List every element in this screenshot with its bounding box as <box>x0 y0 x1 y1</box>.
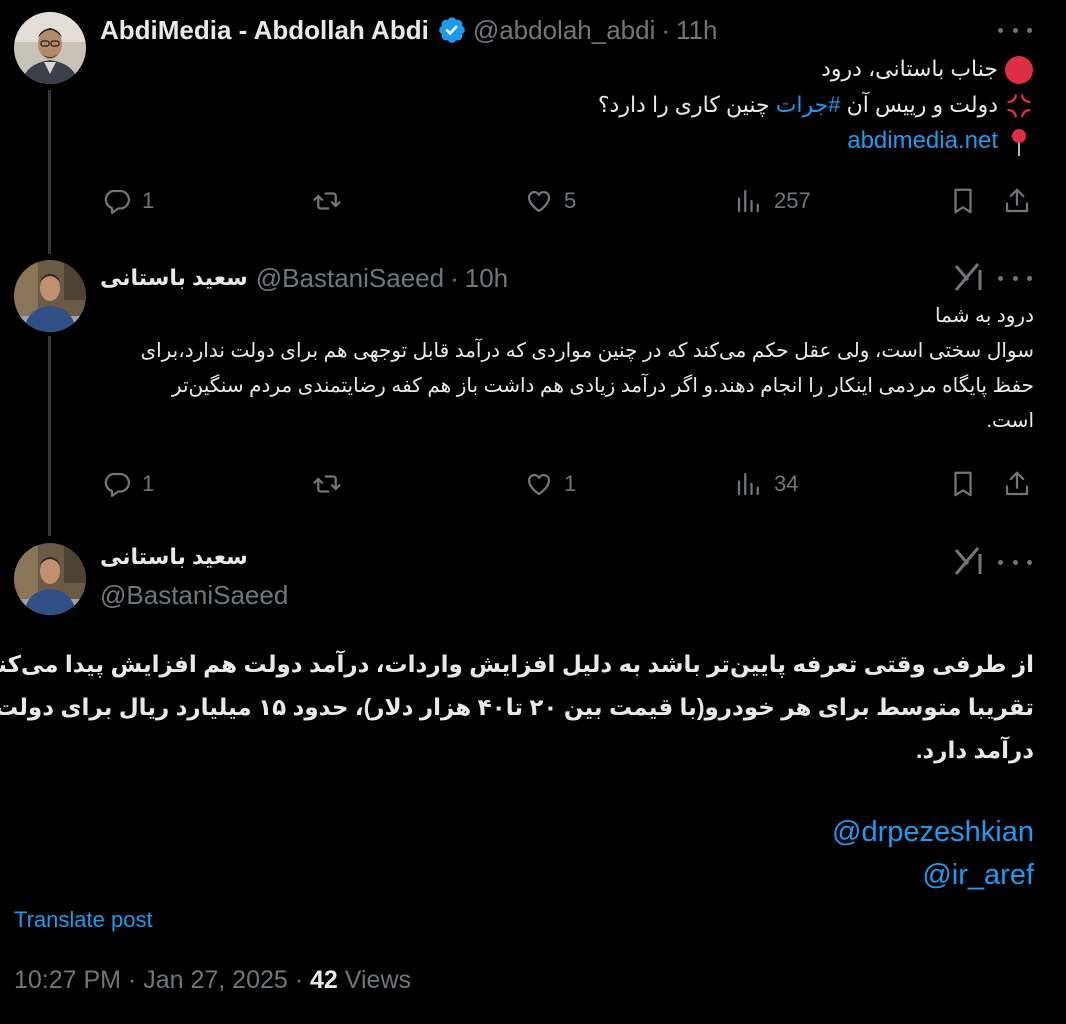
mention-drpezeshkian[interactable]: @drpezeshkian <box>832 816 1034 849</box>
reply-icon <box>104 472 130 497</box>
mention-ir-aref[interactable]: @ir_aref <box>922 859 1034 892</box>
thread-line <box>48 336 51 536</box>
pin-emoji <box>1004 127 1034 157</box>
anger-emoji <box>1004 91 1034 121</box>
grok-icon[interactable] <box>952 260 986 294</box>
translate-post-link[interactable]: Translate post <box>14 907 153 933</box>
more-icon[interactable] <box>998 20 1032 40</box>
red-circle-emoji <box>1004 55 1034 85</box>
timestamp[interactable]: 11h <box>676 15 717 46</box>
hashtag-link[interactable]: #جرات <box>776 92 841 117</box>
bookmark-icon <box>954 188 972 214</box>
action-bar: 1 1 34 <box>100 464 1040 504</box>
views-button[interactable]: 257 <box>734 181 811 221</box>
website-link[interactable]: abdimedia.net <box>847 127 998 154</box>
tweet-text: از طرفی وقتی تعرفه پایین‌تر باشد به دلیل… <box>0 643 1034 772</box>
retweet-button[interactable] <box>312 181 342 221</box>
display-name[interactable]: سعید باستانی <box>100 265 248 291</box>
reply-button[interactable]: 1 <box>102 181 154 221</box>
views-button[interactable]: 34 <box>734 464 798 504</box>
tweet-line: تقریبا متوسط برای هر خودرو(با قیمت بین ۲… <box>0 694 1034 720</box>
tweet-line: درود به شما <box>935 305 1034 327</box>
tweet-line-text: دولت و رییس آن <box>840 92 998 117</box>
avatar[interactable] <box>14 12 86 84</box>
display-name[interactable]: سعید باستانی <box>100 544 248 570</box>
separator: · <box>661 14 671 45</box>
view-count: 34 <box>774 471 799 496</box>
retweet-icon <box>313 192 341 210</box>
like-button[interactable]: 5 <box>524 181 576 221</box>
share-button[interactable] <box>1002 464 1032 504</box>
handle[interactable]: @abdolah_abdi <box>473 15 656 46</box>
share-button[interactable] <box>1002 181 1032 221</box>
reply-count: 1 <box>142 471 155 496</box>
tweet-line: دولت و رییس آن #جرات چنین کاری را دارد؟ <box>598 87 1034 123</box>
views-icon <box>737 472 759 496</box>
reply-count: 1 <box>142 188 155 213</box>
share-icon <box>1005 471 1029 496</box>
bookmark-icon <box>954 471 972 497</box>
verified-badge-icon <box>437 15 467 45</box>
share-icon <box>1005 188 1029 213</box>
like-icon <box>527 473 551 496</box>
tweet-text: درود به شما سوال سختی است، ولی عقل حکم م… <box>100 299 1034 439</box>
bookmark-button[interactable] <box>948 181 978 221</box>
more-icon[interactable] <box>998 552 1032 572</box>
bookmark-button[interactable] <box>948 464 978 504</box>
thread-line <box>48 90 51 254</box>
display-name[interactable]: AbdiMedia - Abdollah Abdi <box>100 15 429 46</box>
tweet-line: از طرفی وقتی تعرفه پایین‌تر باشد به دلیل… <box>0 651 1034 677</box>
timestamp[interactable]: 10h <box>465 263 508 294</box>
tweet-line-text: چنین کاری را دارد؟ <box>597 92 776 117</box>
tweet-header: AbdiMedia - Abdollah Abdi @abdolah_abdi … <box>100 14 718 46</box>
views-count: 42 <box>310 966 338 994</box>
like-count: 1 <box>564 471 577 496</box>
avatar[interactable] <box>14 260 86 332</box>
views-icon <box>737 189 759 213</box>
separator: · <box>450 262 459 293</box>
more-icon[interactable] <box>998 268 1032 288</box>
view-count: 257 <box>774 188 811 213</box>
post-timestamp[interactable]: 10:27 PM · Jan 27, 2025 · <box>14 966 310 994</box>
reply-button[interactable]: 1 <box>102 464 154 504</box>
tweet-text: جناب باستانی، درود دولت و رییس آن #جرات … <box>598 51 1034 159</box>
like-icon <box>527 190 551 213</box>
like-count: 5 <box>564 188 577 213</box>
tweet-line: جناب باستانی، درود <box>598 51 1034 87</box>
grok-icon[interactable] <box>952 544 986 578</box>
action-bar: 1 5 257 <box>100 181 1040 221</box>
post-meta: 10:27 PM · Jan 27, 2025 · 42 Views <box>14 966 411 995</box>
views-label: Views <box>337 966 412 994</box>
avatar[interactable] <box>14 543 86 615</box>
retweet-button[interactable] <box>312 464 342 504</box>
reply-icon <box>104 189 130 214</box>
tweet-line: درآمد دارد. <box>916 737 1034 763</box>
handle[interactable]: @BastaniSaeed <box>100 580 288 611</box>
tweet-line: است. <box>986 410 1034 432</box>
tweet-line: حفظ پایگاه مردمی اینکار را انجام دهند.و … <box>171 375 1034 397</box>
tweet-line: سوال سختی است، ولی عقل حکم می‌کند که در … <box>140 340 1034 362</box>
like-button[interactable]: 1 <box>524 464 576 504</box>
retweet-icon <box>313 475 341 493</box>
tweet-line-text: جناب باستانی، درود <box>821 56 998 81</box>
handle[interactable]: @BastaniSaeed <box>256 263 444 294</box>
tweet-header: سعید باستانی @BastaniSaeed · 10h <box>100 262 508 294</box>
tweet-line: abdimedia.net <box>598 123 1034 159</box>
